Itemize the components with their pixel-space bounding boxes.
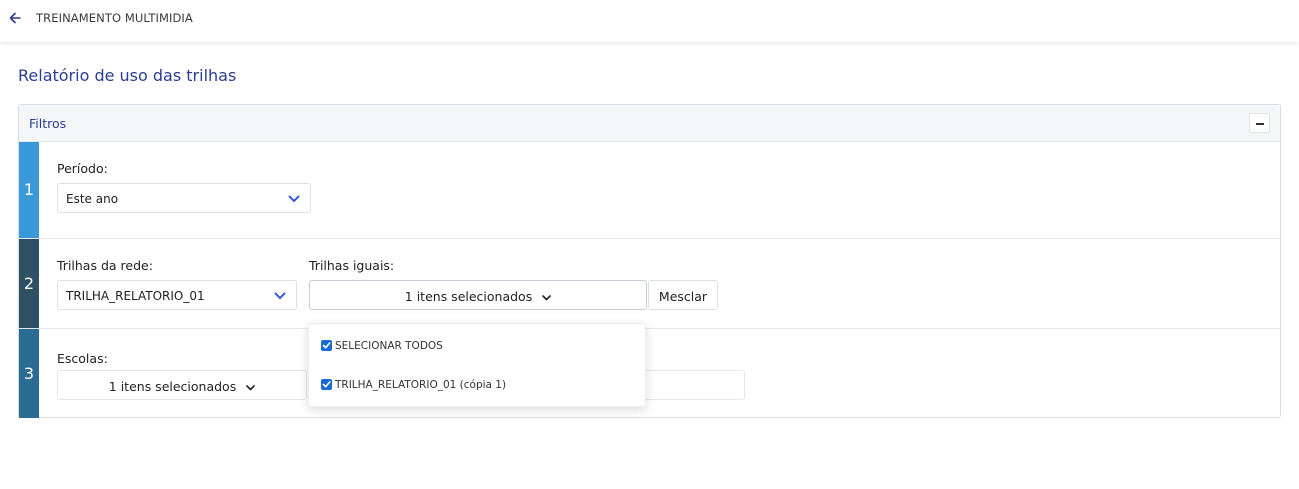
option-label: TRILHA_RELATORIO_01 (cópia 1): [335, 379, 507, 391]
top-bar: TREINAMENTO MULTIMIDIA: [0, 0, 1299, 42]
periodo-value: Este ano: [66, 192, 119, 206]
step-number-bar: 3: [19, 329, 39, 418]
escolas-value: 1 itens selecionados: [58, 379, 306, 394]
filters-title: Filtros: [29, 116, 67, 131]
trilhas-iguais-multiselect[interactable]: 1 itens selecionados: [309, 280, 647, 310]
periodo-select[interactable]: Este ano: [57, 183, 311, 213]
checkbox-checked-icon[interactable]: [321, 379, 332, 390]
option-label: SELECIONAR TODOS: [335, 340, 443, 352]
step-number: 3: [23, 363, 35, 383]
trilhas-rede-select[interactable]: TRILHA_RELATORIO_01: [57, 280, 297, 310]
step-number: 1: [23, 180, 35, 199]
trilhas-rede-label: Trilhas da rede:: [57, 258, 153, 273]
trilhas-iguais-label: Trilhas iguais:: [309, 258, 395, 273]
step-escolas: 3 Escolas: 1 itens selecionados: [19, 329, 1280, 418]
step-number-bar: 2: [19, 239, 39, 328]
chevron-down-icon: [274, 292, 286, 299]
filters-header: Filtros: [19, 105, 1280, 142]
caret-down-icon: [542, 294, 552, 300]
secondary-field[interactable]: [639, 370, 745, 400]
escolas-label: Escolas:: [57, 351, 108, 366]
step-number-bar: 1: [19, 142, 39, 238]
step-periodo: 1 Período: Este ano: [19, 142, 1280, 239]
filters-panel: Filtros 1 Período: Este ano 2 Trilhas da…: [18, 104, 1281, 418]
escolas-multiselect[interactable]: 1 itens selecionados: [57, 370, 307, 400]
app-title: TREINAMENTO MULTIMIDIA: [36, 11, 193, 25]
trilhas-iguais-dropdown: SELECIONAR TODOS TRILHA_RELATORIO_01 (có…: [308, 323, 646, 407]
checkbox-checked-icon[interactable]: [321, 340, 332, 351]
trilhas-iguais-value: 1 itens selecionados: [310, 289, 646, 304]
collapse-button[interactable]: [1249, 113, 1270, 133]
mesclar-button[interactable]: Mesclar: [648, 280, 718, 310]
periodo-label: Período:: [57, 161, 108, 176]
chevron-down-icon: [288, 195, 300, 202]
trilhas-rede-value: TRILHA_RELATORIO_01: [66, 289, 205, 303]
back-arrow-icon[interactable]: [8, 9, 22, 27]
step-trilhas: 2 Trilhas da rede: TRILHA_RELATORIO_01 T…: [19, 239, 1280, 329]
page-title: Relatório de uso das trilhas: [18, 66, 237, 85]
step-number: 2: [23, 273, 35, 293]
caret-down-icon: [246, 384, 256, 390]
